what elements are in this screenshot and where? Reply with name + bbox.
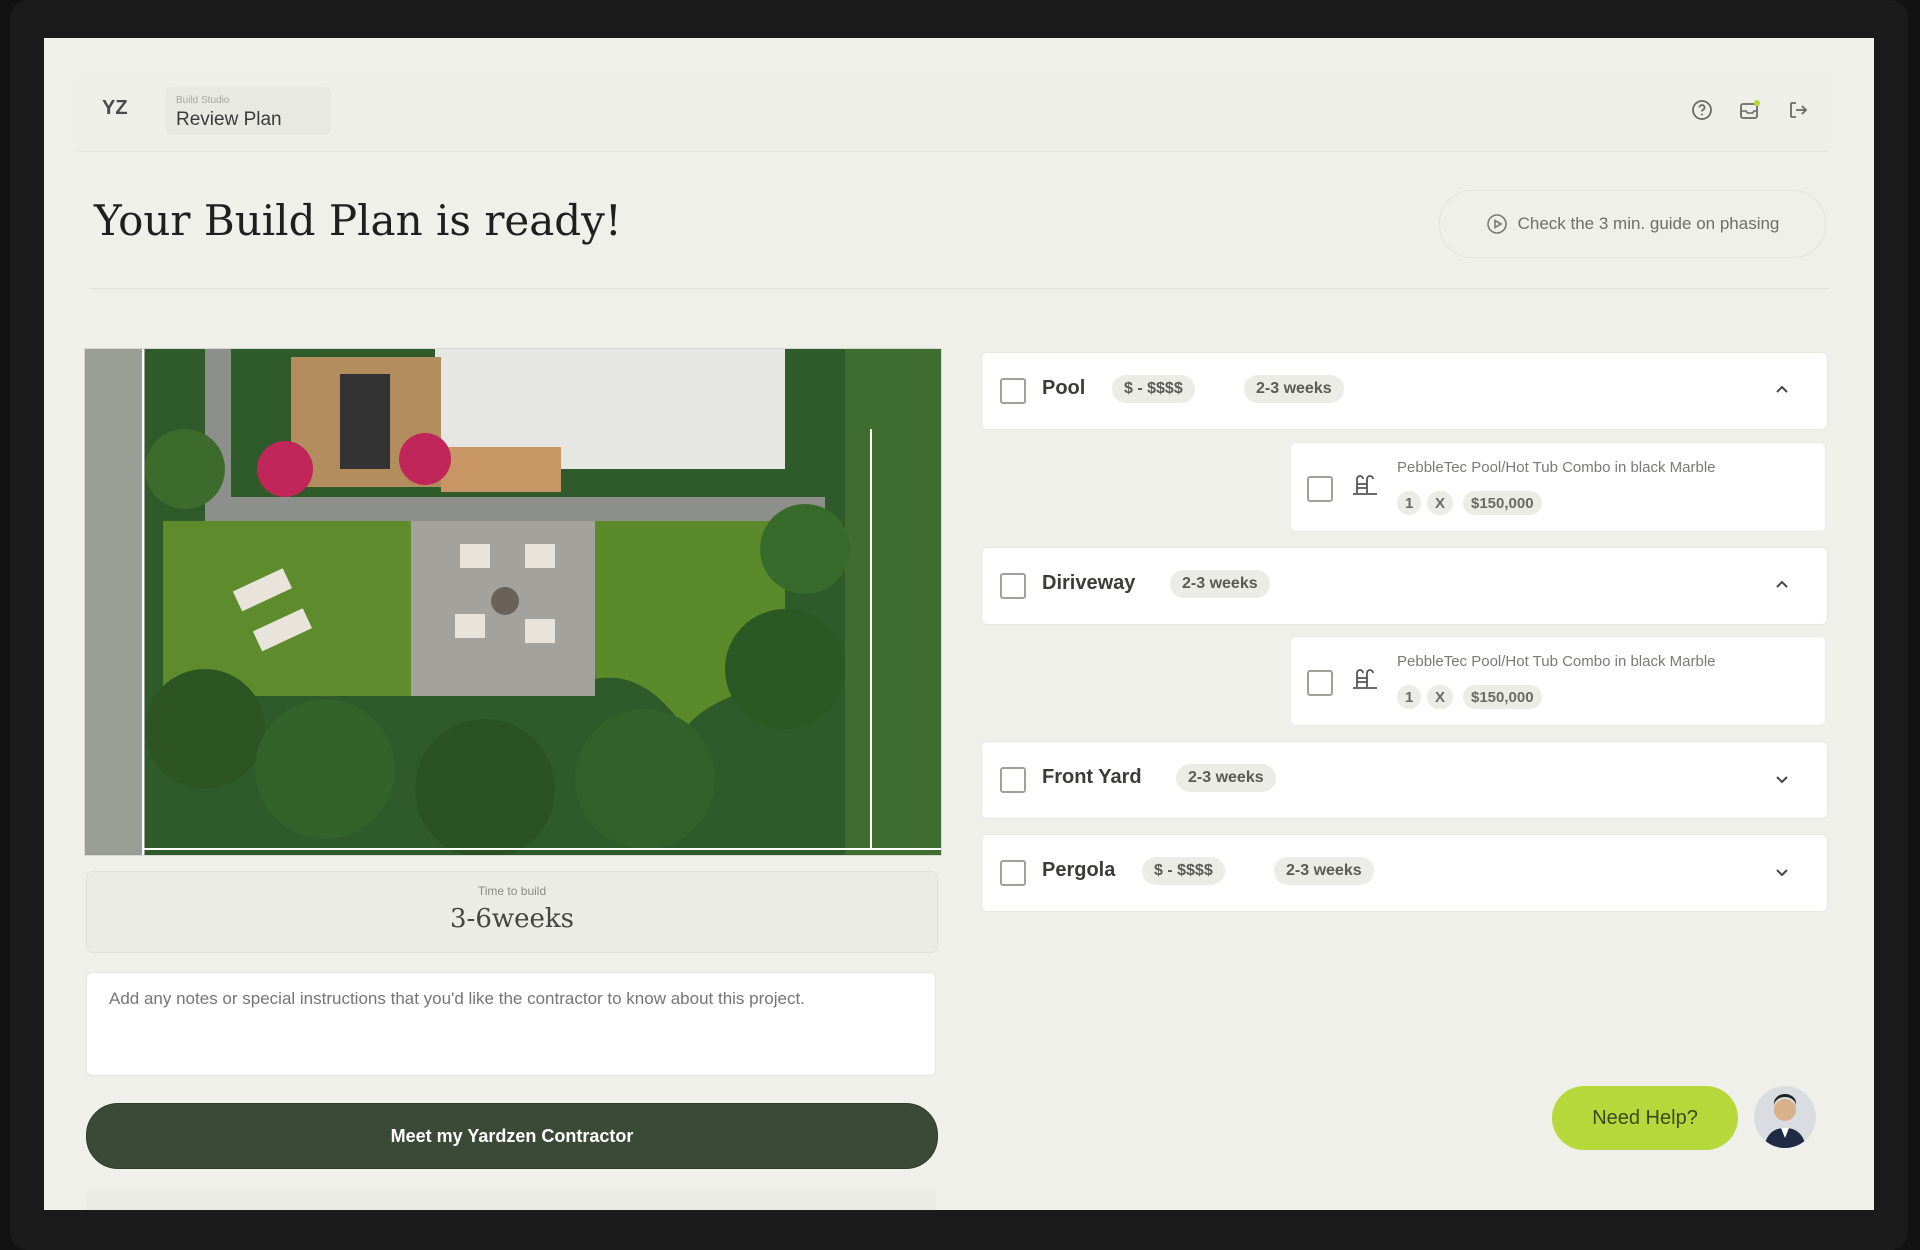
guide-link-label: Check the 3 min. guide on phasing <box>1517 214 1780 233</box>
notification-icon[interactable] <box>1739 99 1761 121</box>
line-item: PebbleTec Pool/Hot Tub Combo in black Ma… <box>1290 636 1826 726</box>
below-fold-card <box>86 1190 936 1210</box>
need-help-button[interactable]: Need Help? <box>1552 1086 1738 1150</box>
phase-checkbox[interactable] <box>1000 767 1026 793</box>
breadcrumb-current: Review Plan <box>176 109 282 130</box>
multiply-chip: X <box>1427 491 1454 515</box>
quantity-chip: 1 <box>1397 685 1422 709</box>
duration-chip: 2-3 weeks <box>1274 857 1374 885</box>
app-screen: YZ Build Studio Review Plan Your Build P… <box>44 38 1874 1210</box>
pool-ladder-icon <box>1353 475 1377 495</box>
duration-chip: 2-3 weeks <box>1244 375 1344 403</box>
phase-checkbox[interactable] <box>1000 573 1026 599</box>
time-to-build-label: Time to build <box>477 884 547 898</box>
build-plan-image <box>84 348 942 856</box>
chevron-up-icon[interactable] <box>1773 381 1791 399</box>
phase-pergola[interactable]: Pergola $ - $$$$ 2-3 weeks <box>981 834 1828 912</box>
guide-link[interactable]: Check the 3 min. guide on phasing <box>1439 190 1826 258</box>
phase-name: Pergola <box>1042 859 1116 881</box>
breadcrumb: Build Studio Review Plan <box>166 87 331 135</box>
time-to-build-card: Time to build 3-6weeks <box>86 871 938 953</box>
header-actions <box>1691 99 1809 121</box>
line-item-checkbox[interactable] <box>1307 670 1333 696</box>
avatar[interactable] <box>1754 1086 1816 1148</box>
line-item-title: PebbleTec Pool/Hot Tub Combo in black Ma… <box>1397 459 1716 476</box>
chevron-down-icon[interactable] <box>1773 863 1791 881</box>
price-chip: $150,000 <box>1463 491 1542 515</box>
page-title: Your Build Plan is ready! <box>94 196 622 245</box>
meet-contractor-button[interactable]: Meet my Yardzen Contractor <box>86 1103 938 1169</box>
phase-pool[interactable]: Pool $ - $$$$ 2-3 weeks <box>981 352 1828 430</box>
title-divider <box>89 288 1829 289</box>
price-chip: $ - $$$$ <box>1112 375 1195 403</box>
phase-checkbox[interactable] <box>1000 860 1026 886</box>
phase-name: Diriveway <box>1042 572 1136 594</box>
duration-chip: 2-3 weeks <box>1170 570 1270 598</box>
help-icon[interactable] <box>1691 99 1713 121</box>
price-chip: $ - $$$$ <box>1142 857 1225 885</box>
app-logo[interactable]: YZ <box>102 97 128 120</box>
line-item-title: PebbleTec Pool/Hot Tub Combo in black Ma… <box>1397 653 1716 670</box>
phase-name: Pool <box>1042 377 1086 399</box>
chevron-down-icon[interactable] <box>1773 770 1791 788</box>
phase-checkbox[interactable] <box>1000 378 1026 404</box>
multiply-chip: X <box>1427 685 1454 709</box>
price-chip: $150,000 <box>1463 685 1542 709</box>
chevron-up-icon[interactable] <box>1773 576 1791 594</box>
duration-chip: 2-3 weeks <box>1176 764 1276 792</box>
top-bar: YZ Build Studio Review Plan <box>76 75 1831 152</box>
phase-driveway[interactable]: Diriveway 2-3 weeks <box>981 547 1828 625</box>
line-item: PebbleTec Pool/Hot Tub Combo in black Ma… <box>1290 442 1826 532</box>
breadcrumb-parent[interactable]: Build Studio <box>176 95 229 106</box>
notes-input[interactable] <box>86 972 936 1076</box>
phase-name: Front Yard <box>1042 766 1142 788</box>
play-circle-icon <box>1486 214 1507 234</box>
phase-front-yard[interactable]: Front Yard 2-3 weeks <box>981 741 1828 819</box>
pool-ladder-icon <box>1353 669 1377 689</box>
logout-icon[interactable] <box>1787 99 1809 121</box>
line-item-checkbox[interactable] <box>1307 476 1333 502</box>
time-to-build-value: 3-6weeks <box>450 904 574 934</box>
quantity-chip: 1 <box>1397 491 1422 515</box>
